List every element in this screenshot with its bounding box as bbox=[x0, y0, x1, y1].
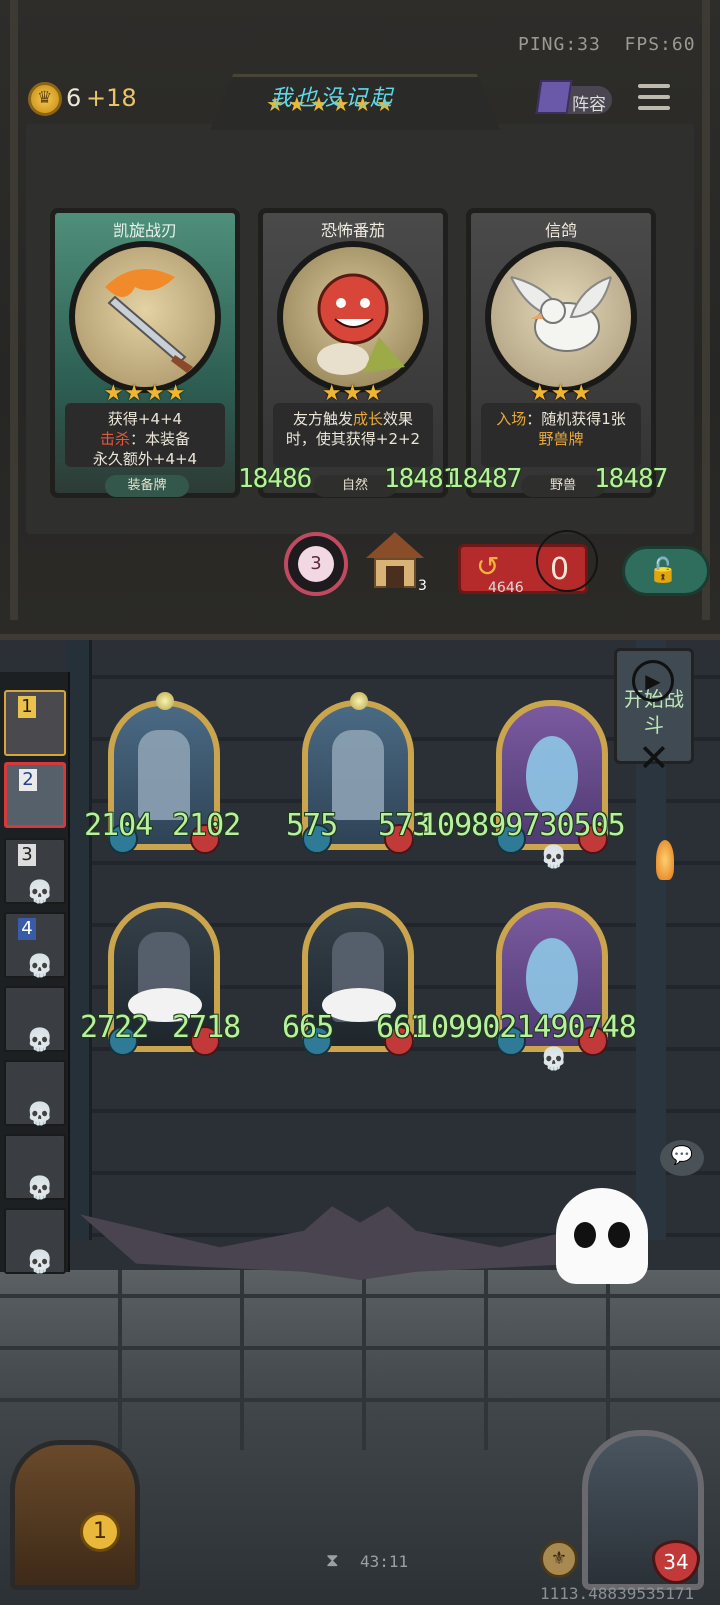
shop-card-terror-tomato[interactable]: 恐怖番茄 ★★★ 友方触发成长效果 时，使其获得+2+2 自然 bbox=[258, 208, 448, 498]
card-name: 信鸽 bbox=[544, 221, 577, 240]
book-icon bbox=[535, 80, 573, 114]
debug-coordinates: 1113.48839535171 bbox=[540, 1584, 695, 1603]
sword-art bbox=[69, 241, 221, 393]
card-description: 友方触发成长效果 时，使其获得+2+2 bbox=[273, 403, 433, 467]
debug-number: 18487 bbox=[594, 464, 668, 494]
debug-number: 18481 bbox=[384, 464, 458, 494]
crosshair-icon bbox=[536, 530, 598, 592]
panel-frame-left bbox=[10, 0, 18, 620]
network-status: PING:33 FPS:60 bbox=[518, 34, 696, 55]
unit-attack: 665 bbox=[282, 1010, 334, 1045]
hourglass-icon: ⧗ bbox=[326, 1550, 339, 1571]
card-name: 恐怖番茄 bbox=[320, 221, 385, 240]
floor-tiles bbox=[0, 1270, 720, 1450]
sidebar-player-1[interactable]: 1 bbox=[4, 690, 66, 756]
hero-ability-icon[interactable]: ⚜ bbox=[540, 1540, 578, 1578]
sidebar-player-5[interactable]: 💀 bbox=[4, 986, 66, 1053]
round-timer: 43:11 bbox=[360, 1552, 409, 1571]
lineup-label: 阵容 bbox=[572, 95, 606, 115]
sidebar-player-2[interactable]: 2 bbox=[4, 762, 66, 828]
unit-attack: 2104 bbox=[84, 808, 153, 843]
house-count: 3 bbox=[418, 578, 427, 594]
gold-amount: 6 bbox=[66, 84, 82, 112]
sidebar-player-3[interactable]: 3 💀 bbox=[4, 838, 66, 905]
player-title: 我也没记起 bbox=[270, 86, 396, 111]
unit-stats: 109899730505 bbox=[420, 808, 626, 843]
roll-count: 3 bbox=[298, 546, 334, 582]
card-tag: 装备牌 bbox=[105, 475, 189, 497]
shop-card-triumph-blade[interactable]: 凯旋战刃 ★★★★ 获得+4+4 击杀：本装备 永久额外+4+4 装备牌 bbox=[50, 208, 240, 498]
refresh-number: 4646 bbox=[488, 580, 524, 596]
debug-number: 18486 bbox=[238, 464, 312, 494]
skull-icon: 💀 bbox=[540, 1047, 568, 1072]
gold-income: +18 bbox=[86, 84, 137, 112]
sidebar-player-8[interactable]: 💀 bbox=[4, 1208, 66, 1275]
gold-coin-icon bbox=[28, 82, 62, 116]
card-name: 凯旋战刃 bbox=[112, 221, 177, 240]
dove-icon bbox=[510, 276, 612, 352]
torch-icon bbox=[656, 840, 674, 880]
gate-icon[interactable] bbox=[10, 1440, 140, 1590]
menu-icon[interactable] bbox=[638, 84, 670, 112]
unit-stats: 1099021490748 bbox=[414, 1010, 637, 1045]
skull-icon: 💀 bbox=[26, 880, 54, 905]
play-icon[interactable]: ▶ bbox=[632, 660, 674, 702]
unit-attack: 575 bbox=[286, 808, 338, 843]
skull-icon: 💀 bbox=[26, 1102, 54, 1127]
chat-icon[interactable]: 💬 bbox=[660, 1140, 704, 1176]
sidebar-player-6[interactable]: 💀 bbox=[4, 1060, 66, 1127]
gate-badge: 1 bbox=[80, 1512, 120, 1552]
close-icon[interactable]: ✕ bbox=[638, 736, 670, 780]
skull-icon: 💀 bbox=[540, 845, 568, 870]
skull-icon: 💀 bbox=[26, 1250, 54, 1275]
panel-frame-right bbox=[702, 0, 710, 620]
card-tag: 野兽 bbox=[521, 475, 605, 497]
sidebar-player-7[interactable]: 💀 bbox=[4, 1134, 66, 1201]
free-roll-counter[interactable]: 3 bbox=[284, 532, 348, 596]
unit-attack: 2722 bbox=[80, 1010, 149, 1045]
tomato-art bbox=[277, 241, 429, 393]
card-description: 获得+4+4 击杀：本装备 永久额外+4+4 bbox=[65, 403, 225, 468]
debug-number: 18487 bbox=[448, 464, 522, 494]
sidebar-player-4[interactable]: 4 💀 bbox=[4, 912, 66, 979]
lock-icon: 🔓 bbox=[648, 556, 678, 584]
shop-card-messenger-dove[interactable]: 信鸽 ★★★ 入场：随机获得1张 野兽牌 野兽 bbox=[466, 208, 656, 498]
tomato-monster-icon bbox=[317, 273, 405, 375]
skull-icon: 💀 bbox=[26, 954, 54, 979]
unit-health: 2718 bbox=[172, 1010, 241, 1045]
skull-icon: 💀 bbox=[26, 1176, 54, 1201]
house-icon[interactable] bbox=[366, 532, 424, 590]
refresh-icon: ↺ bbox=[476, 550, 500, 583]
unit-health: 2102 bbox=[172, 808, 241, 843]
dove-art bbox=[485, 241, 637, 393]
skull-icon: 💀 bbox=[26, 1028, 54, 1053]
flaming-sword-icon bbox=[105, 269, 193, 373]
ghost-pet[interactable] bbox=[556, 1188, 648, 1284]
card-description: 入场：随机获得1张 野兽牌 bbox=[481, 403, 641, 467]
